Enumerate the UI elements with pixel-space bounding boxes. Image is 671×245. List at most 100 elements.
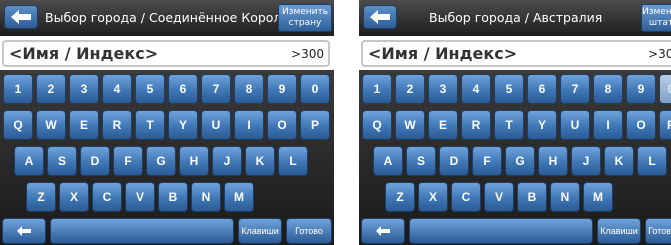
keys-button[interactable]: Клавиши bbox=[597, 218, 641, 244]
key-7[interactable]: 7 bbox=[560, 74, 590, 104]
done-button[interactable]: Готово bbox=[645, 218, 671, 244]
key-e[interactable]: E bbox=[69, 110, 99, 140]
key-4[interactable]: 4 bbox=[102, 74, 132, 104]
change-country-button[interactable]: Изменить страну bbox=[278, 4, 332, 32]
key-2[interactable]: 2 bbox=[36, 74, 66, 104]
back-button[interactable] bbox=[4, 5, 38, 29]
screen-australia: Выбор города / Австралия Изменить штат <… bbox=[359, 0, 671, 245]
key-r[interactable]: R bbox=[461, 110, 491, 140]
key-f[interactable]: F bbox=[113, 146, 143, 176]
key-e[interactable]: E bbox=[428, 110, 458, 140]
arrow-left-icon bbox=[11, 10, 31, 24]
key-r[interactable]: R bbox=[102, 110, 132, 140]
back-button[interactable] bbox=[363, 5, 397, 29]
key-7[interactable]: 7 bbox=[201, 74, 231, 104]
change-state-button[interactable]: Изменить штат bbox=[641, 4, 671, 32]
key-i[interactable]: I bbox=[593, 110, 623, 140]
key-l[interactable]: L bbox=[637, 146, 667, 176]
key-x[interactable]: X bbox=[59, 182, 89, 212]
key-s[interactable]: S bbox=[406, 146, 436, 176]
key-h[interactable]: H bbox=[179, 146, 209, 176]
key-d[interactable]: D bbox=[80, 146, 110, 176]
key-u[interactable]: U bbox=[560, 110, 590, 140]
key-w[interactable]: W bbox=[36, 110, 66, 140]
key-8[interactable]: 8 bbox=[593, 74, 623, 104]
key-6[interactable]: 6 bbox=[527, 74, 557, 104]
key-g[interactable]: G bbox=[505, 146, 535, 176]
backspace-button[interactable] bbox=[2, 218, 46, 244]
search-placeholder: <Имя / Индекс> bbox=[368, 44, 518, 63]
change-button-line1: Изменить bbox=[281, 7, 329, 17]
key-t[interactable]: T bbox=[494, 110, 524, 140]
page-title: Выбор города / Австралия bbox=[429, 10, 603, 25]
key-g[interactable]: G bbox=[146, 146, 176, 176]
key-8[interactable]: 8 bbox=[234, 74, 264, 104]
key-m[interactable]: M bbox=[583, 182, 613, 212]
key-4[interactable]: 4 bbox=[461, 74, 491, 104]
key-2[interactable]: 2 bbox=[395, 74, 425, 104]
key-y[interactable]: Y bbox=[527, 110, 557, 140]
key-l[interactable]: L bbox=[278, 146, 308, 176]
key-k[interactable]: K bbox=[245, 146, 275, 176]
key-p[interactable]: P bbox=[300, 110, 330, 140]
key-x[interactable]: X bbox=[418, 182, 448, 212]
key-q[interactable]: Q bbox=[3, 110, 33, 140]
key-3[interactable]: 3 bbox=[428, 74, 458, 104]
change-button-line2: страну bbox=[288, 18, 322, 28]
key-c[interactable]: C bbox=[92, 182, 122, 212]
key-z[interactable]: Z bbox=[385, 182, 415, 212]
key-w[interactable]: W bbox=[395, 110, 425, 140]
keyboard: Клавиши Готово 1234567890 QWERTYUIOP ASDFG… bbox=[359, 70, 671, 245]
key-o[interactable]: O bbox=[267, 110, 297, 140]
key-5[interactable]: 5 bbox=[135, 74, 165, 104]
search-placeholder: <Имя / Индекс> bbox=[9, 44, 159, 63]
key-n[interactable]: N bbox=[550, 182, 580, 212]
key-6[interactable]: 6 bbox=[168, 74, 198, 104]
key-5[interactable]: 5 bbox=[494, 74, 524, 104]
keyboard: Клавиши Готово 1234567890 QWERTYUIOP ASDFG… bbox=[0, 70, 334, 245]
key-s[interactable]: S bbox=[47, 146, 77, 176]
key-a[interactable]: A bbox=[373, 146, 403, 176]
key-y[interactable]: Y bbox=[168, 110, 198, 140]
key-o[interactable]: O bbox=[626, 110, 656, 140]
key-0[interactable]: 0 bbox=[659, 74, 671, 104]
key-t[interactable]: T bbox=[135, 110, 165, 140]
key-d[interactable]: D bbox=[439, 146, 469, 176]
key-c[interactable]: C bbox=[451, 182, 481, 212]
change-button-line2: штат bbox=[648, 18, 671, 28]
key-u[interactable]: U bbox=[201, 110, 231, 140]
key-9[interactable]: 9 bbox=[267, 74, 297, 104]
key-1[interactable]: 1 bbox=[362, 74, 392, 104]
key-3[interactable]: 3 bbox=[69, 74, 99, 104]
done-button[interactable]: Готово bbox=[286, 218, 332, 244]
key-h[interactable]: H bbox=[538, 146, 568, 176]
key-n[interactable]: N bbox=[191, 182, 221, 212]
key-b[interactable]: B bbox=[158, 182, 188, 212]
search-input[interactable]: <Имя / Индекс> >300 bbox=[2, 40, 330, 67]
screen-united-kingdom: Выбор города / Соединённое Королевство И… bbox=[0, 0, 334, 245]
key-b[interactable]: B bbox=[517, 182, 547, 212]
key-v[interactable]: V bbox=[484, 182, 514, 212]
space-bar[interactable] bbox=[50, 218, 234, 244]
key-v[interactable]: V bbox=[125, 182, 155, 212]
key-z[interactable]: Z bbox=[26, 182, 56, 212]
key-q[interactable]: Q bbox=[362, 110, 392, 140]
space-bar[interactable] bbox=[409, 218, 593, 244]
arrow-left-icon bbox=[17, 226, 31, 236]
key-9[interactable]: 9 bbox=[626, 74, 656, 104]
key-j[interactable]: J bbox=[571, 146, 601, 176]
key-i[interactable]: I bbox=[234, 110, 264, 140]
key-m[interactable]: M bbox=[224, 182, 254, 212]
key-1[interactable]: 1 bbox=[3, 74, 33, 104]
result-count: >300 bbox=[648, 47, 671, 61]
key-j[interactable]: J bbox=[212, 146, 242, 176]
search-input[interactable]: <Имя / Индекс> >300 bbox=[361, 40, 671, 67]
keys-button[interactable]: Клавиши bbox=[238, 218, 282, 244]
key-a[interactable]: A bbox=[14, 146, 44, 176]
keyboard-bottom-bar: Клавиши Готово bbox=[359, 218, 671, 245]
key-k[interactable]: K bbox=[604, 146, 634, 176]
key-p[interactable]: P bbox=[659, 110, 671, 140]
key-f[interactable]: F bbox=[472, 146, 502, 176]
backspace-button[interactable] bbox=[361, 218, 405, 244]
key-0[interactable]: 0 bbox=[300, 74, 330, 104]
